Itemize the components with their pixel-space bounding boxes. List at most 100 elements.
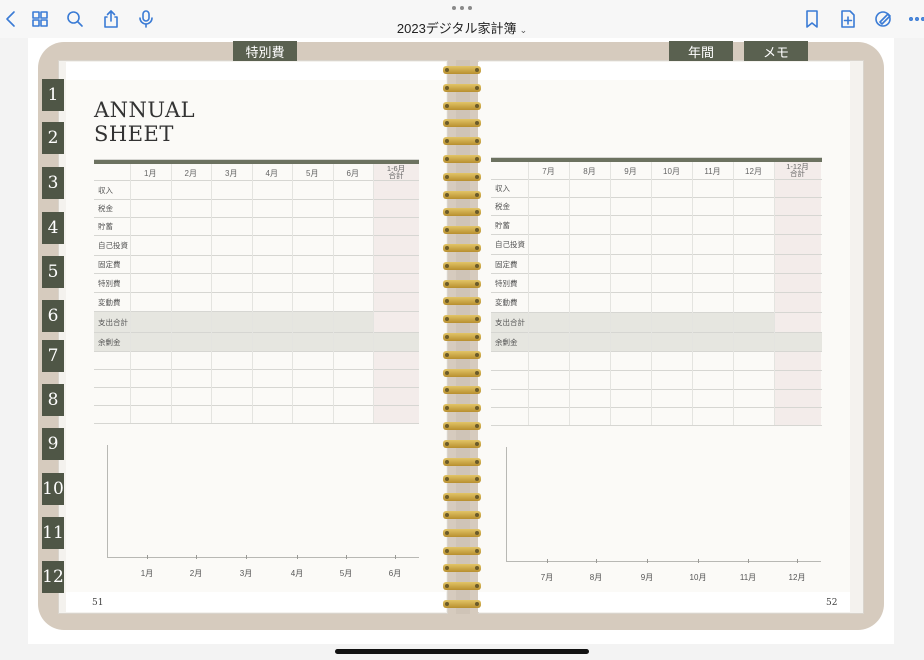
table-cell[interactable]	[774, 179, 821, 197]
table-cell[interactable]	[211, 351, 252, 369]
table-cell[interactable]	[373, 255, 419, 273]
table-cell[interactable]	[211, 235, 252, 255]
document-title[interactable]: 2023デジタル家計簿 ⌄	[0, 18, 924, 37]
table-cell[interactable]	[733, 389, 774, 407]
table-cell[interactable]	[333, 311, 374, 332]
table-cell[interactable]	[171, 351, 212, 369]
table-cell[interactable]	[651, 312, 692, 332]
table-cell[interactable]	[774, 370, 821, 389]
table-cell[interactable]	[333, 332, 374, 351]
table-cell[interactable]	[569, 234, 610, 254]
month-tab-3[interactable]: 3	[42, 167, 64, 199]
table-cell[interactable]	[292, 387, 333, 405]
table-cell[interactable]	[373, 199, 419, 217]
table-cell[interactable]	[569, 332, 610, 351]
table-cell[interactable]	[774, 254, 821, 273]
table-cell[interactable]	[333, 292, 374, 311]
table-cell[interactable]	[292, 217, 333, 235]
tab-special-expenses[interactable]: 特別費	[233, 41, 297, 61]
table-cell[interactable]	[130, 180, 171, 199]
table-cell[interactable]	[211, 217, 252, 235]
table-cell[interactable]	[651, 234, 692, 254]
document-title-text[interactable]: 2023デジタル家計簿	[397, 21, 517, 36]
table-cell[interactable]	[171, 387, 212, 405]
table-cell[interactable]	[292, 351, 333, 369]
table-cell[interactable]	[692, 370, 733, 389]
add-page-icon[interactable]	[837, 8, 859, 30]
table-cell[interactable]	[171, 235, 212, 255]
table-cell[interactable]	[651, 273, 692, 292]
table-cell[interactable]	[130, 292, 171, 311]
table-cell[interactable]	[292, 255, 333, 273]
table-cell[interactable]	[610, 332, 651, 351]
table-cell[interactable]	[774, 197, 821, 215]
more-icon[interactable]	[906, 8, 924, 30]
table-cell[interactable]	[692, 332, 733, 351]
table-cell[interactable]	[130, 332, 171, 351]
table-cell[interactable]	[211, 405, 252, 423]
table-cell[interactable]	[651, 332, 692, 351]
table-cell[interactable]	[528, 370, 569, 389]
table-cell[interactable]	[733, 351, 774, 370]
table-cell[interactable]	[528, 312, 569, 332]
table-cell[interactable]	[333, 351, 374, 369]
table-cell[interactable]	[569, 215, 610, 234]
table-cell[interactable]	[292, 235, 333, 255]
table-cell[interactable]	[651, 179, 692, 197]
table-cell[interactable]	[252, 311, 293, 332]
month-tab-6[interactable]: 6	[42, 300, 64, 332]
table-cell[interactable]	[373, 387, 419, 405]
table-cell[interactable]	[171, 311, 212, 332]
table-cell[interactable]	[774, 215, 821, 234]
table-cell[interactable]	[692, 389, 733, 407]
table-cell[interactable]	[692, 234, 733, 254]
table-cell[interactable]	[252, 351, 293, 369]
table-cell[interactable]	[569, 312, 610, 332]
table-cell[interactable]	[692, 407, 733, 425]
table-cell[interactable]	[333, 405, 374, 423]
table-cell[interactable]	[774, 407, 821, 425]
table-cell[interactable]	[774, 273, 821, 292]
table-cell[interactable]	[774, 312, 821, 332]
table-cell[interactable]	[651, 215, 692, 234]
table-cell[interactable]	[733, 407, 774, 425]
table-cell[interactable]	[692, 215, 733, 234]
table-cell[interactable]	[252, 199, 293, 217]
table-cell[interactable]	[252, 180, 293, 199]
table-cell[interactable]	[292, 311, 333, 332]
table-cell[interactable]	[733, 370, 774, 389]
month-tab-8[interactable]: 8	[42, 384, 64, 416]
table-cell[interactable]	[373, 405, 419, 423]
table-cell[interactable]	[733, 234, 774, 254]
table-cell[interactable]	[211, 332, 252, 351]
table-cell[interactable]	[569, 254, 610, 273]
table-cell[interactable]	[569, 351, 610, 370]
table-cell[interactable]	[733, 197, 774, 215]
table-cell[interactable]	[733, 254, 774, 273]
table-cell[interactable]	[774, 234, 821, 254]
table-cell[interactable]	[569, 179, 610, 197]
month-tab-12[interactable]: 12	[42, 561, 64, 593]
table-cell[interactable]	[171, 405, 212, 423]
table-cell[interactable]	[651, 389, 692, 407]
table-cell[interactable]	[211, 255, 252, 273]
table-cell[interactable]	[130, 235, 171, 255]
table-cell[interactable]	[692, 292, 733, 312]
table-cell[interactable]	[252, 387, 293, 405]
table-cell[interactable]	[528, 389, 569, 407]
table-cell[interactable]	[333, 255, 374, 273]
table-cell[interactable]	[610, 407, 651, 425]
table-cell[interactable]	[610, 215, 651, 234]
table-cell[interactable]	[733, 273, 774, 292]
table-cell[interactable]	[733, 292, 774, 312]
table-cell[interactable]	[733, 179, 774, 197]
table-cell[interactable]	[692, 254, 733, 273]
table-cell[interactable]	[528, 332, 569, 351]
table-cell[interactable]	[373, 351, 419, 369]
table-cell[interactable]	[171, 255, 212, 273]
table-cell[interactable]	[252, 332, 293, 351]
table-cell[interactable]	[171, 180, 212, 199]
table-cell[interactable]	[528, 179, 569, 197]
table-cell[interactable]	[333, 369, 374, 387]
chevron-down-icon[interactable]: ⌄	[520, 25, 528, 35]
